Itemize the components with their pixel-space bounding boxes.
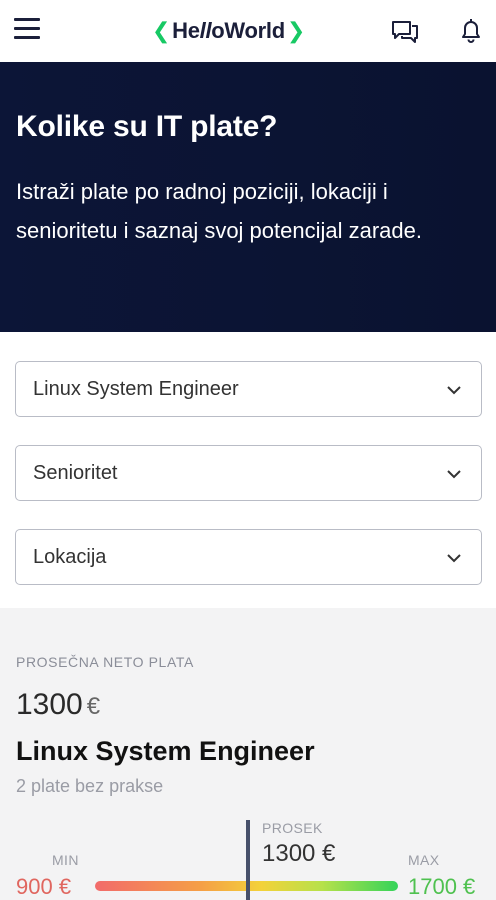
top-bar: ❮ He ll oWorld ❯ [0,0,496,62]
logo-text-part2: oWorld [211,18,285,43]
range-average-value: 1300 € [262,840,336,867]
position-select[interactable]: Linux System Engineer [15,361,482,417]
currency-symbol: € [86,693,101,720]
position-select-value: Linux System Engineer [33,377,239,400]
logo-chevron-left: ❮ [152,18,171,43]
chevron-down-icon [447,470,461,479]
range-max-value: 1700 € [408,874,476,899]
average-marker [246,820,250,900]
range-max-label: MAX [408,852,440,868]
helloworld-logo[interactable]: ❮ He ll oWorld ❯ [150,15,307,47]
salary-results: PROSEČNA NETO PLATA 1300 € Linux System E… [0,608,496,900]
logo-text-part1: He [172,18,200,43]
logo-text-slash: ll [199,18,212,43]
range-average-label: PROSEK [262,820,323,836]
hero-description: Istraži plate po radnoj poziciji, lokaci… [16,179,423,243]
salary-filters: Linux System Engineer Senioritet Lokacij… [0,332,496,608]
range-min-label: MIN [52,852,79,868]
chat-icon[interactable] [390,16,420,46]
average-salary-amount: 1300 [16,688,83,721]
hero-banner: Kolike su IT plate? Istraži plate po rad… [0,62,496,332]
range-min-value: 900 € [16,874,72,899]
average-salary-label: PROSEČNA NETO PLATA [16,654,194,670]
location-select[interactable]: Lokacija [15,529,482,585]
logo-chevron-right: ❯ [286,18,305,43]
bell-icon[interactable] [456,16,486,46]
chevron-down-icon [447,386,461,395]
seniority-select-value: Senioritet [33,461,118,484]
average-salary-value: 1300 € [16,688,100,722]
role-subtitle: 2 plate bez prakse [16,776,164,796]
page-title: Kolike su IT plate? [16,110,278,143]
menu-icon[interactable] [14,18,40,40]
location-select-value: Lokacija [33,545,107,568]
role-title: Linux System Engineer [16,736,315,766]
seniority-select[interactable]: Senioritet [15,445,482,501]
chevron-down-icon [447,554,461,563]
